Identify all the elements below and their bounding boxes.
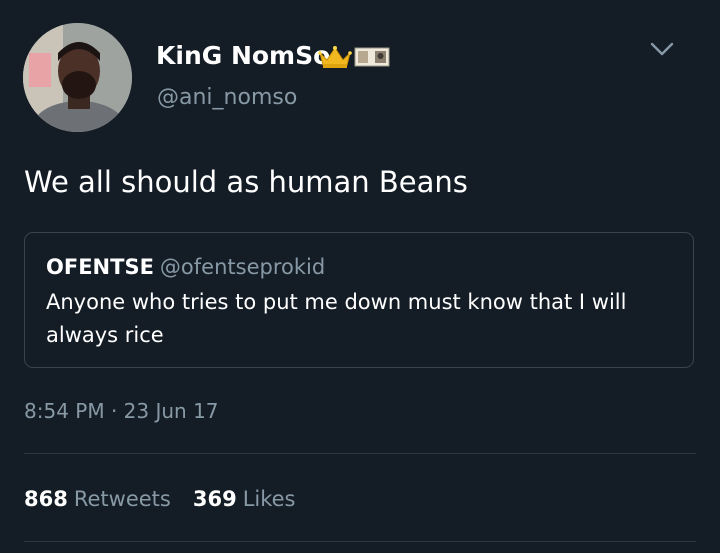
tweet-detail: KinG NomSo @ani_nomso We all should as h…: [0, 0, 720, 553]
retweets-label: Retweets: [73, 487, 171, 511]
likes-stat[interactable]: 369 Likes: [193, 487, 296, 511]
name-emojis: [318, 44, 390, 70]
tweet-text: We all should as human Beans: [24, 165, 468, 199]
chevron-down-icon[interactable]: [648, 38, 676, 60]
avatar-image: [23, 23, 132, 132]
divider: [24, 541, 696, 542]
quoted-tweet-text: Anyone who tries to put me down must kno…: [46, 290, 627, 347]
retweets-stat[interactable]: 868 Retweets: [24, 487, 171, 511]
user-handle[interactable]: @ani_nomso: [157, 84, 297, 112]
quoted-tweet-name: OFENTSE: [46, 255, 154, 279]
tweet-timestamp[interactable]: 8:54 PM · 23 Jun 17: [24, 397, 219, 425]
quoted-tweet-card[interactable]: OFENTSE @ofentseprokid Anyone who tries t…: [24, 232, 694, 368]
quoted-tweet-header: OFENTSE @ofentseprokid: [46, 253, 325, 281]
tweet-stats: 868 Retweets 369 Likes: [24, 484, 296, 514]
avatar[interactable]: [23, 23, 132, 132]
quoted-tweet-handle: @ofentseprokid: [159, 255, 326, 279]
retweets-count: 868: [24, 487, 68, 511]
display-name[interactable]: KinG NomSo: [156, 40, 330, 72]
likes-label: Likes: [242, 487, 296, 511]
crown-icon: [318, 46, 352, 68]
likes-count: 369: [192, 487, 237, 511]
divider: [24, 453, 696, 454]
banknote-icon: [354, 47, 390, 67]
